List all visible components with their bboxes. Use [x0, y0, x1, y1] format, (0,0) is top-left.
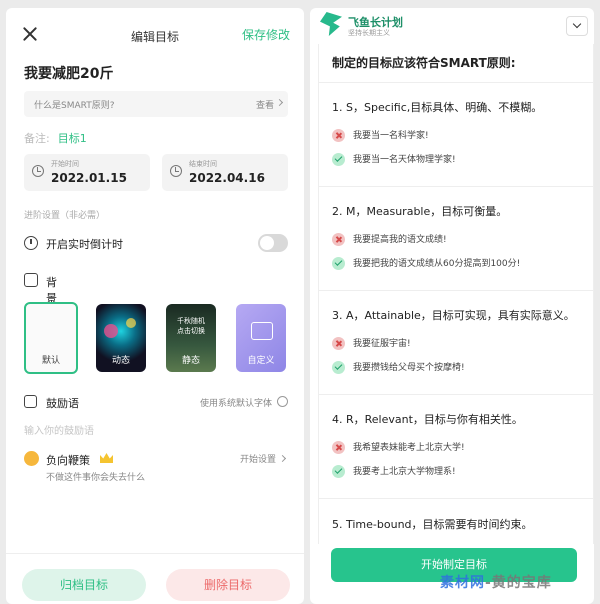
timer-icon — [24, 236, 38, 250]
good-example-text: 我要把我的语文成绩从60分提高到100分! — [353, 259, 521, 269]
divider — [319, 290, 593, 291]
bad-example: 我希望表妹能考上北京大学! — [332, 440, 465, 454]
bg-option-label: 自定义 — [247, 356, 275, 366]
clock-icon — [32, 165, 44, 177]
add-image-icon — [251, 322, 273, 340]
good-example-text: 我要攒钱给父母买个按摩椅! — [353, 363, 465, 373]
smart-view-link[interactable]: 查看 — [256, 98, 274, 111]
smart-question: 什么是SMART原则? — [34, 101, 115, 111]
divider — [319, 82, 593, 83]
edit-goal-panel: 编辑目标 保存修改 我要减肥20斤 什么是SMART原则? 查看 备注: 目标1 … — [6, 8, 304, 604]
watermark-gray: -黄的宝库 — [485, 575, 552, 591]
good-example: 我要考上北京大学物理系! — [332, 464, 456, 478]
start-date-value: 2022.01.15 — [51, 171, 127, 185]
negative-motivation-subtitle: 不做这件事你会失去什么 — [46, 473, 146, 483]
crown-icon — [100, 453, 113, 463]
negative-motivation-title: 负向鞭策 — [46, 454, 90, 467]
check-icon — [332, 153, 345, 166]
cross-icon — [332, 233, 345, 246]
screen: 编辑目标 保存修改 我要减肥20斤 什么是SMART原则? 查看 备注: 目标1 … — [0, 0, 600, 604]
bg-option-label: 动态 — [111, 356, 130, 366]
check-icon — [332, 465, 345, 478]
principle-title: 4. R，Relevant，目标与你有相关性。 — [332, 413, 523, 426]
edit-goal-header: 编辑目标 保存修改 — [6, 8, 304, 58]
principle-title: 5. Time-bound，目标需要有时间约束。 — [332, 518, 533, 531]
brand-header: 飞鱼长计划 坚持长期主义 — [310, 8, 594, 44]
end-date-value: 2022.04.16 — [189, 171, 265, 185]
divider — [319, 498, 593, 499]
save-button[interactable]: 保存修改 — [242, 26, 290, 43]
chevron-right-icon — [275, 98, 284, 107]
bg-static-hint-line: 千秋随机 — [177, 317, 205, 325]
chevron-down-icon[interactable] — [566, 16, 588, 36]
advanced-settings-label: 进阶设置（非必需） — [24, 211, 106, 221]
realtime-countdown-row: 开启实时倒计时 — [24, 234, 288, 254]
encourage-input[interactable]: 输入你的鼓励语 — [24, 422, 94, 437]
divider — [319, 186, 593, 187]
archive-button[interactable]: 归档目标 — [22, 569, 146, 601]
bad-example-text: 我希望表妹能考上北京大学! — [353, 443, 465, 453]
flying-fish-logo — [320, 12, 342, 36]
bad-example-text: 我要当一名科学家! — [353, 131, 429, 141]
start-date-label: 开始时间 — [51, 160, 79, 168]
bg-static-hint-line: 点击切换 — [177, 327, 205, 335]
realtime-countdown-toggle[interactable] — [258, 234, 288, 252]
bg-option-custom[interactable]: 自定义 — [236, 304, 286, 372]
good-example-text: 我要考上北京大学物理系! — [353, 467, 456, 477]
angry-face-icon — [24, 451, 39, 466]
check-icon — [332, 257, 345, 270]
bad-example-text: 我要征服宇宙! — [353, 339, 411, 349]
clock-icon — [170, 165, 182, 177]
realtime-countdown-label: 开启实时倒计时 — [46, 238, 123, 251]
principle-title: 1. S，Specific,目标具体、明确、不模糊。 — [332, 101, 543, 114]
bad-example: 我要征服宇宙! — [332, 336, 411, 350]
bg-option-dynamic[interactable]: 动态 — [96, 304, 146, 372]
principle-title: 3. A，Attainable，目标可实现，具有实际意义。 — [332, 309, 575, 322]
good-example: 我要当一名天体物理学家! — [332, 152, 456, 166]
image-icon — [24, 273, 38, 287]
smart-info-bar[interactable]: 什么是SMART原则? 查看 — [24, 91, 288, 117]
bg-option-static[interactable]: 千秋随机 点击切换 静态 — [166, 304, 216, 372]
principle-title: 2. M，Measurable，目标可衡量。 — [332, 205, 508, 218]
negative-motivation-row[interactable]: 负向鞭策 不做这件事你会失去什么 开始设置 — [24, 450, 288, 484]
end-date-field[interactable]: 结束时间 2022.04.16 — [162, 154, 288, 191]
message-icon — [24, 395, 37, 408]
encourage-row: 鼓励语 使用系统默认字体 — [24, 394, 288, 412]
good-example: 我要把我的语文成绩从60分提高到100分! — [332, 256, 520, 270]
bad-example: 我要提高我的语文成绩! — [332, 232, 447, 246]
smart-principles-list[interactable]: 制定的目标应该符合SMART原则: 1. S，Specific,目标具体、明确、… — [318, 44, 594, 544]
footer-actions: 归档目标 删除目标 — [6, 553, 304, 604]
watermark-blue: 素材网 — [440, 575, 485, 591]
bg-option-label: 默认 — [41, 356, 60, 366]
good-example: 我要攒钱给父母买个按摩椅! — [332, 360, 465, 374]
smart-heading: 制定的目标应该符合SMART原则: — [332, 56, 516, 70]
delete-button[interactable]: 删除目标 — [166, 569, 290, 601]
encourage-label: 鼓励语 — [46, 397, 79, 410]
good-example-text: 我要当一名天体物理学家! — [353, 155, 456, 165]
bad-example: 我要当一名科学家! — [332, 128, 429, 142]
note-label: 备注: — [24, 132, 50, 145]
divider — [319, 394, 593, 395]
note-field[interactable]: 备注: 目标1 — [24, 130, 87, 146]
start-date-field[interactable]: 开始时间 2022.01.15 — [24, 154, 150, 191]
cross-icon — [332, 129, 345, 142]
system-font-label: 使用系统默认字体 — [199, 399, 272, 409]
end-date-label: 结束时间 — [189, 160, 217, 168]
cross-icon — [332, 441, 345, 454]
brand-tagline: 坚持长期主义 — [348, 29, 390, 37]
watermark: 素材网-黄的宝库 — [440, 572, 552, 592]
bg-option-default[interactable]: 默认 — [24, 302, 78, 374]
smart-guide-panel: 飞鱼长计划 坚持长期主义 制定的目标应该符合SMART原则: 1. S，Spec… — [310, 8, 594, 604]
system-font-radio[interactable] — [277, 396, 288, 407]
bg-option-label: 静态 — [181, 356, 200, 366]
bad-example-text: 我要提高我的语文成绩! — [353, 235, 447, 245]
goal-title[interactable]: 我要减肥20斤 — [24, 63, 113, 83]
check-icon — [332, 361, 345, 374]
note-value: 目标1 — [57, 132, 87, 145]
chevron-right-icon — [278, 454, 287, 463]
cross-icon — [332, 337, 345, 350]
bg-static-hint: 千秋随机 点击切换 — [166, 316, 216, 336]
negative-motivation-action[interactable]: 开始设置 — [240, 452, 276, 465]
